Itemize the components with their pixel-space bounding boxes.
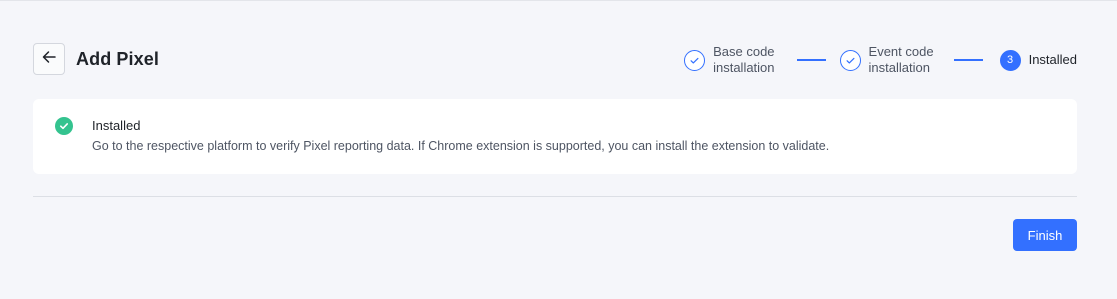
page: Add Pixel Base code installation Event c… bbox=[0, 0, 1117, 299]
step-label: Event code installation bbox=[869, 44, 934, 76]
step-label-line1: Event code bbox=[868, 44, 934, 59]
check-circle-icon bbox=[839, 49, 861, 71]
step-installed: 3 Installed bbox=[999, 49, 1077, 71]
step-label: Installed bbox=[1028, 52, 1077, 67]
status-card: Installed Go to the respective platform … bbox=[33, 99, 1077, 174]
step-connector bbox=[796, 59, 826, 61]
divider bbox=[33, 196, 1077, 197]
steps-indicator: Base code installation Event code instal… bbox=[684, 41, 1077, 79]
step-label: Base code installation bbox=[713, 44, 774, 76]
header: Add Pixel Base code installation Event c… bbox=[33, 43, 1077, 77]
step-label-line2: installation bbox=[868, 60, 930, 75]
check-circle-icon bbox=[684, 49, 706, 71]
success-check-icon bbox=[55, 117, 73, 135]
back-button[interactable] bbox=[33, 43, 65, 75]
step-connector bbox=[953, 59, 983, 61]
step-base-code: Base code installation bbox=[684, 44, 775, 76]
step-label-line1: Base code bbox=[713, 44, 775, 59]
step-event-code: Event code installation bbox=[839, 44, 934, 76]
arrow-left-icon bbox=[41, 49, 57, 70]
page-title: Add Pixel bbox=[76, 49, 159, 69]
card-title: Installed bbox=[92, 118, 141, 133]
step-number-badge: 3 bbox=[999, 49, 1021, 71]
finish-button[interactable]: Finish bbox=[1013, 219, 1077, 251]
step-label-line2: installation bbox=[713, 60, 775, 75]
card-description: Go to the respective platform to verify … bbox=[92, 139, 830, 153]
